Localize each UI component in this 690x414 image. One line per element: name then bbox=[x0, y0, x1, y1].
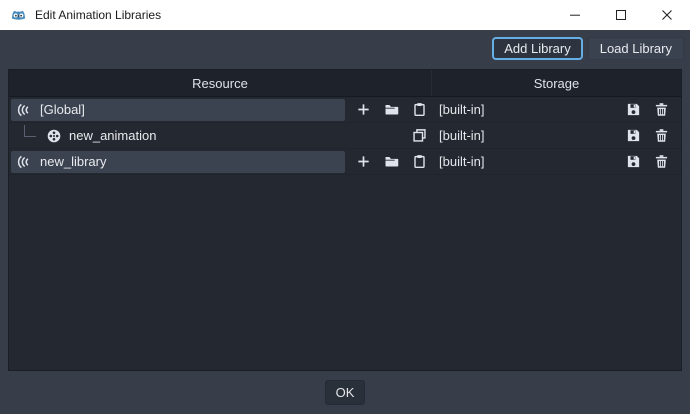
toolbar: Add Library Load Library bbox=[0, 30, 690, 69]
resource-name[interactable]: new_library bbox=[40, 154, 106, 169]
delete-icon[interactable] bbox=[654, 128, 669, 143]
storage-cell: [built-in] bbox=[431, 149, 681, 174]
storage-value: [built-in] bbox=[431, 128, 485, 143]
add-icon[interactable] bbox=[356, 102, 371, 117]
storage-actions bbox=[626, 102, 681, 117]
paste-icon[interactable] bbox=[412, 102, 427, 117]
resource-name[interactable]: [Global] bbox=[40, 102, 85, 117]
tree-header: Resource Storage bbox=[9, 70, 681, 97]
tree-indent-line bbox=[24, 125, 36, 137]
minimize-button[interactable] bbox=[552, 0, 598, 30]
edit-animation-libraries-dialog: Edit Animation Libraries Add Library Loa… bbox=[0, 0, 690, 414]
ok-button[interactable]: OK bbox=[325, 380, 366, 405]
resource-cell: [Global] bbox=[9, 97, 431, 122]
column-header-resource: Resource bbox=[9, 70, 431, 96]
close-button[interactable] bbox=[644, 0, 690, 30]
storage-value: [built-in] bbox=[431, 102, 485, 117]
dialog-footer: OK bbox=[0, 371, 690, 414]
tree-rows: [Global] [built-in] new_animation [built-in… bbox=[9, 97, 681, 370]
load-library-button[interactable]: Load Library bbox=[588, 37, 684, 60]
copy-icon[interactable] bbox=[412, 128, 427, 143]
animation-library-icon bbox=[17, 154, 33, 170]
folder-icon[interactable] bbox=[384, 102, 399, 117]
resource-name-area[interactable]: [Global] bbox=[11, 99, 345, 121]
storage-cell: [built-in] bbox=[431, 123, 681, 148]
animation-row[interactable]: new_animation [built-in] bbox=[9, 123, 681, 149]
column-header-storage: Storage bbox=[431, 70, 681, 96]
animation-icon bbox=[46, 128, 62, 144]
godot-logo-icon bbox=[10, 7, 27, 24]
resource-cell: new_animation bbox=[9, 123, 431, 148]
library-row[interactable]: new_library [built-in] bbox=[9, 149, 681, 175]
resource-cell: new_library bbox=[9, 149, 431, 174]
add-icon[interactable] bbox=[356, 154, 371, 169]
animation-library-icon bbox=[17, 102, 33, 118]
delete-icon[interactable] bbox=[654, 154, 669, 169]
storage-cell: [built-in] bbox=[431, 97, 681, 122]
resource-actions bbox=[345, 128, 431, 143]
resource-actions bbox=[345, 154, 431, 169]
save-icon[interactable] bbox=[626, 102, 641, 117]
storage-value: [built-in] bbox=[431, 154, 485, 169]
window-controls bbox=[552, 0, 690, 30]
folder-icon[interactable] bbox=[384, 154, 399, 169]
resource-name[interactable]: new_animation bbox=[69, 128, 156, 143]
storage-actions bbox=[626, 128, 681, 143]
resource-actions bbox=[345, 102, 431, 117]
titlebar: Edit Animation Libraries bbox=[0, 0, 690, 30]
window-title: Edit Animation Libraries bbox=[35, 8, 161, 22]
resource-name-area[interactable]: new_animation bbox=[11, 125, 345, 147]
save-icon[interactable] bbox=[626, 128, 641, 143]
paste-icon[interactable] bbox=[412, 154, 427, 169]
storage-actions bbox=[626, 154, 681, 169]
library-row[interactable]: [Global] [built-in] bbox=[9, 97, 681, 123]
animation-libraries-tree: Resource Storage [Global][built-in]new_a… bbox=[8, 69, 682, 371]
maximize-button[interactable] bbox=[598, 0, 644, 30]
save-icon[interactable] bbox=[626, 154, 641, 169]
delete-icon[interactable] bbox=[654, 102, 669, 117]
add-library-button[interactable]: Add Library bbox=[492, 37, 582, 60]
resource-name-area[interactable]: new_library bbox=[11, 151, 345, 173]
